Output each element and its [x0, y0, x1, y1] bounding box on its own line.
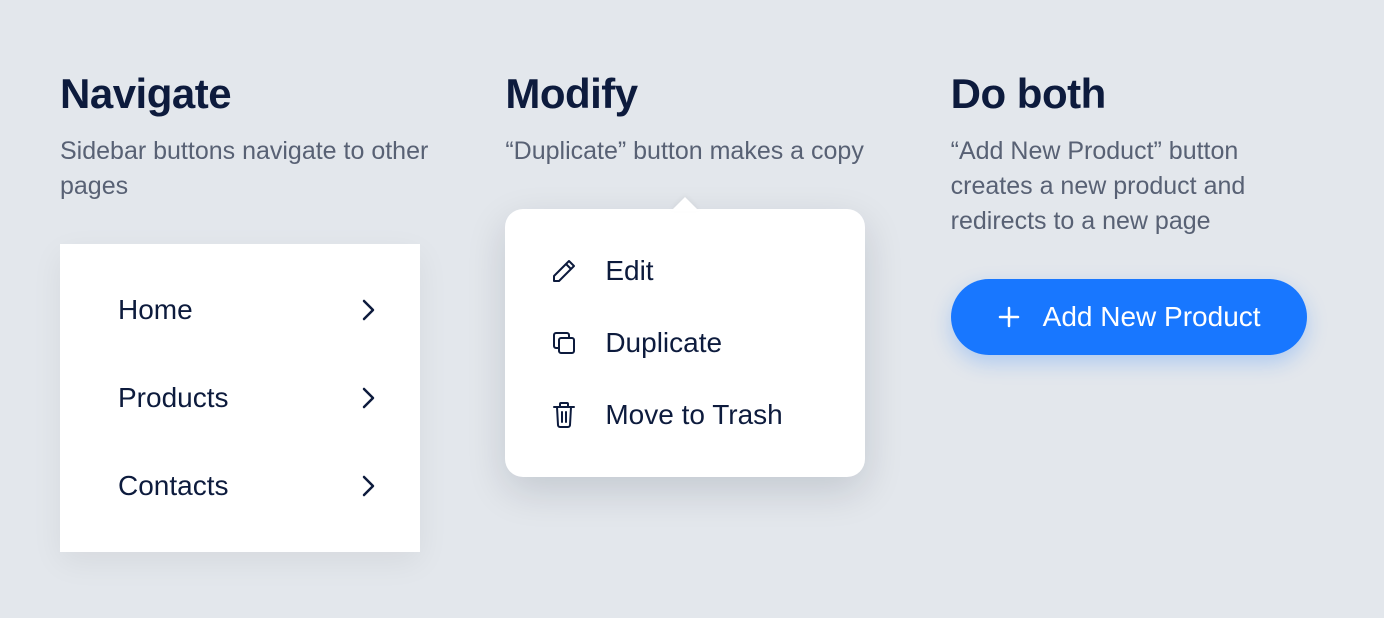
column-doboth: Do both “Add New Product” button creates… [951, 70, 1324, 552]
sidebar-item-contacts[interactable]: Contacts [60, 442, 420, 530]
plus-icon [997, 305, 1021, 329]
context-menu: Edit Duplicate [505, 209, 865, 477]
copy-icon [549, 329, 579, 357]
doboth-title: Do both [951, 70, 1324, 118]
column-modify: Modify “Duplicate” button makes a copy E… [505, 70, 878, 552]
pencil-icon [549, 257, 579, 285]
menu-item-label: Duplicate [605, 327, 722, 359]
sidebar-item-label: Home [118, 294, 193, 326]
sidebar: Home Products Contacts [60, 244, 420, 552]
menu-item-trash[interactable]: Move to Trash [505, 379, 865, 451]
sidebar-item-home[interactable]: Home [60, 266, 420, 354]
chevron-right-icon [362, 475, 376, 497]
column-navigate: Navigate Sidebar buttons navigate to oth… [60, 70, 433, 552]
sidebar-item-label: Contacts [118, 470, 229, 502]
modify-desc: “Duplicate” button makes a copy [505, 134, 878, 169]
modify-title: Modify [505, 70, 878, 118]
sidebar-item-products[interactable]: Products [60, 354, 420, 442]
sidebar-item-label: Products [118, 382, 229, 414]
menu-item-label: Edit [605, 255, 653, 287]
trash-icon [549, 400, 579, 430]
add-new-product-button[interactable]: Add New Product [951, 279, 1307, 355]
navigate-desc: Sidebar buttons navigate to other pages [60, 134, 433, 204]
doboth-desc: “Add New Product” button creates a new p… [951, 134, 1324, 239]
menu-item-duplicate[interactable]: Duplicate [505, 307, 865, 379]
chevron-right-icon [362, 299, 376, 321]
menu-item-label: Move to Trash [605, 399, 782, 431]
button-label: Add New Product [1043, 301, 1261, 333]
navigate-title: Navigate [60, 70, 433, 118]
menu-item-edit[interactable]: Edit [505, 235, 865, 307]
chevron-right-icon [362, 387, 376, 409]
